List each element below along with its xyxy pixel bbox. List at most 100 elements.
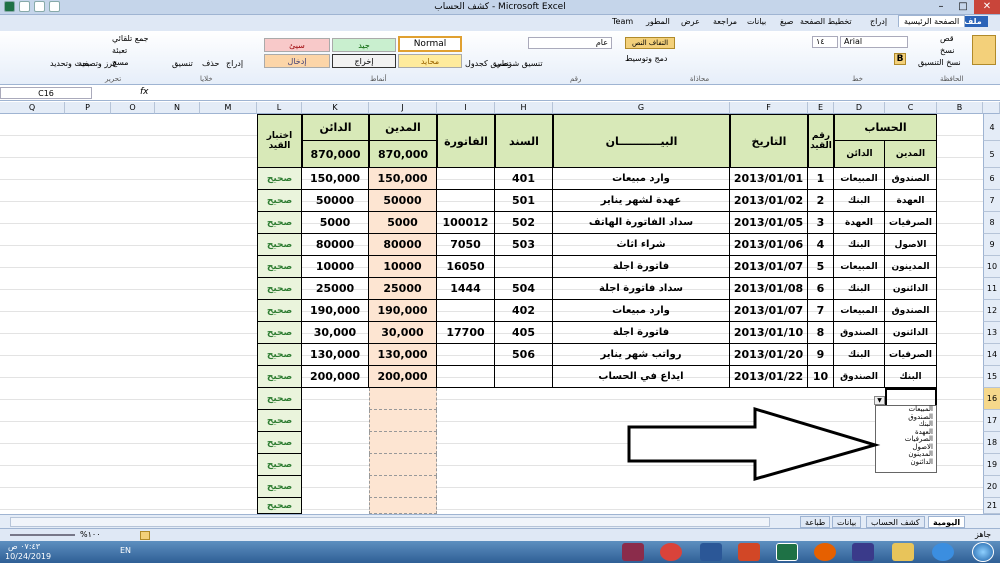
row-header-5[interactable]: 5 [983,141,1000,168]
cell-debit[interactable]: 150,000 [369,168,437,190]
tab-home[interactable]: الصفحة الرئيسية [898,15,966,27]
cell-invoice[interactable] [437,344,495,366]
cell-doc[interactable] [495,256,553,278]
cell-credit[interactable]: 10000 [302,256,369,278]
cell-credit-account[interactable]: المبيعات [834,168,885,190]
word-icon[interactable] [700,543,722,561]
folder-icon[interactable] [892,543,914,561]
cell-debit[interactable] [369,388,437,410]
copy-button[interactable]: نسخ [940,46,955,55]
cell-debit[interactable]: 25000 [369,278,437,300]
cell-check[interactable]: صحيح [257,212,302,234]
cell-credit-account[interactable]: البنك [834,234,885,256]
cell-doc[interactable]: 402 [495,300,553,322]
paste-button[interactable] [972,35,996,65]
tab-view[interactable]: عرض [681,17,700,26]
format-table-button[interactable]: تنسيق كجدول [465,59,511,68]
media-player-icon[interactable] [852,543,874,561]
font-name-select[interactable]: Arial [840,36,908,48]
cell-description[interactable]: سداد الفاتورة الهاتف [553,212,730,234]
cell-credit-account[interactable]: العهدة [834,212,885,234]
cell-doc[interactable]: 401 [495,168,553,190]
cell-check[interactable]: صحيح [257,234,302,256]
row-header-20[interactable]: 20 [983,476,1000,498]
start-button[interactable] [972,542,994,562]
chrome-icon[interactable] [660,543,682,561]
sheet-tab-journal[interactable]: اليومية [928,516,966,528]
sheet-tab-print[interactable]: طباعة [800,516,831,528]
cell-entry-no[interactable]: 10 [808,366,834,388]
cell-debit[interactable] [369,454,437,476]
row-header-9[interactable]: 9 [983,234,1000,256]
firefox-icon[interactable] [814,543,836,561]
cell-debit-account[interactable]: الدائنون [885,278,937,300]
cell-check[interactable]: صحيح [257,432,302,454]
column-header-m[interactable]: M [200,102,257,114]
cell-entry-no[interactable]: 9 [808,344,834,366]
column-header-l[interactable]: L [257,102,302,114]
cell-date[interactable]: 2013/01/06 [730,234,808,256]
cell-description[interactable]: ايداع في الحساب [553,366,730,388]
style-bad[interactable]: سيئ [264,38,330,52]
merge-center-button[interactable]: دمج وتوسيط [625,54,668,63]
column-header-p[interactable]: P [65,102,111,114]
cell-credit-account[interactable]: البنك [834,278,885,300]
column-header-j[interactable]: J [369,102,437,114]
cell-description[interactable]: وارد مبيعات [553,300,730,322]
cell-invoice[interactable]: 7050 [437,234,495,256]
bold-button[interactable]: B [894,53,906,65]
row-header-7[interactable]: 7 [983,190,1000,212]
cell-doc[interactable]: 502 [495,212,553,234]
cell-credit-account[interactable]: الصندوق [834,322,885,344]
cell-credit[interactable]: 25000 [302,278,369,300]
cell-date[interactable]: 2013/01/01 [730,168,808,190]
cell-description[interactable]: وارد مبيعات [553,168,730,190]
cell-invoice[interactable]: 100012 [437,212,495,234]
tab-review[interactable]: مراجعة [713,17,737,26]
cell-entry-no[interactable]: 1 [808,168,834,190]
cell-entry-no[interactable]: 3 [808,212,834,234]
cell-date[interactable]: 2013/01/02 [730,190,808,212]
cell-debit-account[interactable]: الصندوق [885,168,937,190]
cell-credit[interactable]: 130,000 [302,344,369,366]
cell-doc[interactable]: 506 [495,344,553,366]
column-header-o[interactable]: O [111,102,155,114]
cell-date[interactable]: 2013/01/20 [730,344,808,366]
column-header-d[interactable]: D [834,102,885,114]
internet-explorer-icon[interactable] [932,543,954,561]
cell-credit[interactable]: 150,000 [302,168,369,190]
cell-debit-account[interactable]: الدائنون [885,322,937,344]
row-header-11[interactable]: 11 [983,278,1000,300]
cell-credit-account[interactable]: المبيعات [834,256,885,278]
cell-description[interactable]: شراء اثاث [553,234,730,256]
format-cells-button[interactable]: تنسيق [172,59,193,68]
cell-invoice[interactable]: 1444 [437,278,495,300]
delete-cells-button[interactable]: حذف [202,59,219,68]
cell-entry-no[interactable]: 7 [808,300,834,322]
cell-invoice[interactable]: 17700 [437,322,495,344]
formula-input[interactable] [155,87,995,99]
find-select-button[interactable]: بحث وتحديد [50,59,90,68]
column-header-g[interactable]: G [553,102,730,114]
cell-entry-no[interactable]: 4 [808,234,834,256]
cell-credit[interactable]: 190,000 [302,300,369,322]
zoom-slider[interactable] [10,534,75,536]
column-header-h[interactable]: H [495,102,553,114]
cell-debit[interactable] [369,476,437,498]
cell-debit-account[interactable]: العهدة [885,190,937,212]
cell-credit-account[interactable]: البنك [834,190,885,212]
fill-button[interactable]: تعبئة [112,46,127,55]
cell-check[interactable]: صحيح [257,278,302,300]
name-box[interactable]: C16 [0,87,92,99]
cell-date[interactable]: 2013/01/07 [730,256,808,278]
tab-team[interactable]: Team [612,17,633,26]
tab-data[interactable]: بيانات [747,17,766,26]
cell-debit-account[interactable]: الصرفيات [885,212,937,234]
cell-entry-no[interactable]: 6 [808,278,834,300]
cell-check[interactable]: صحيح [257,190,302,212]
cell-doc[interactable] [495,366,553,388]
insert-cells-button[interactable]: إدراج [226,59,243,68]
cell-invoice[interactable] [437,168,495,190]
tab-page-layout[interactable]: تخطيط الصفحة [800,17,852,26]
row-header-18[interactable]: 18 [983,432,1000,454]
